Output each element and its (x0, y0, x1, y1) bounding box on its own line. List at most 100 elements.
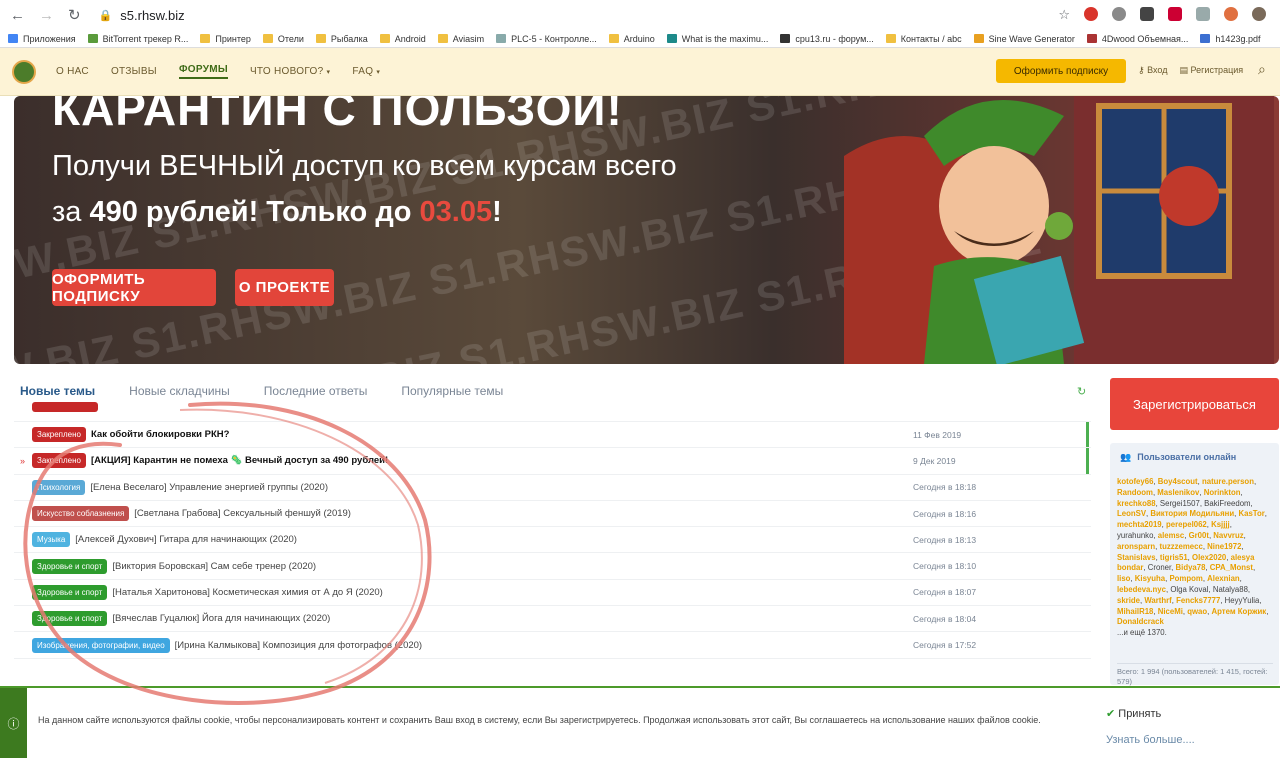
tab-new-threads[interactable]: Новые темы (20, 384, 95, 398)
thread-prefix-badge[interactable]: Изображения, фотографии, видео (32, 637, 170, 653)
online-user-link[interactable]: KasTor (1239, 509, 1265, 518)
avatar[interactable] (1252, 7, 1266, 21)
forward-icon[interactable]: → (39, 7, 54, 24)
extension-icon[interactable] (1224, 7, 1238, 21)
online-user-link[interactable]: alemsc (1158, 531, 1184, 540)
thread-title[interactable]: [АКЦИЯ] Карантин не помеха 🦠 Вечный дост… (91, 455, 388, 466)
table-row[interactable]: Здоровье и спорт [Вячеслав Гуцалюк] Йога … (14, 606, 1091, 633)
url-field[interactable]: s5.rhsw.biz (120, 8, 184, 23)
online-user-link[interactable]: Nine1972 (1207, 542, 1241, 551)
online-user-link[interactable]: Ksjjjj (1211, 520, 1230, 529)
online-user-link[interactable]: NiceMi (1158, 607, 1183, 616)
thread-title[interactable]: [Ирина Калмыкова] Композиция для фотогра… (175, 640, 422, 651)
bookmark-item[interactable]: h1423g.pdf (1200, 34, 1260, 44)
online-user-link[interactable]: Артем Коржик (1212, 607, 1267, 616)
online-user-link[interactable]: Randoom (1117, 488, 1153, 497)
globe-icon[interactable] (1112, 7, 1126, 21)
online-user-link[interactable]: Alexnian (1207, 574, 1240, 583)
online-user-link[interactable]: Fencks7777 (1176, 596, 1220, 605)
tab-new-group-buys[interactable]: Новые складчины (129, 384, 230, 398)
extension-icon[interactable] (1196, 7, 1210, 21)
tab-latest-replies[interactable]: Последние ответы (264, 384, 368, 398)
bookmark-item[interactable]: Aviasim (437, 34, 484, 44)
nav-reviews[interactable]: ОТЗЫВЫ (111, 66, 157, 77)
online-user-link[interactable]: LeonSV (1117, 509, 1146, 518)
bookmark-item[interactable]: Arduino (608, 34, 655, 44)
table-row[interactable]: Искусство соблазнения [Светлана Грабова] … (14, 501, 1091, 528)
online-user-link[interactable]: Navvruz (1213, 531, 1243, 540)
table-row[interactable] (14, 401, 1091, 422)
bookmark-item[interactable]: cpu13.ru - форум... (780, 34, 874, 44)
bookmark-item[interactable]: Приложения (8, 34, 76, 44)
online-user-link[interactable]: Bidya78 (1176, 563, 1206, 572)
online-user-link[interactable]: Gr00t (1189, 531, 1209, 540)
thread-prefix-badge[interactable]: Искусство соблазнения (32, 506, 130, 522)
online-user-link[interactable]: Виктория Модильяни (1150, 509, 1234, 518)
bookmark-item[interactable]: Sine Wave Generator (973, 34, 1075, 44)
search-icon[interactable]: ⌕ (1258, 61, 1266, 78)
table-row[interactable]: Здоровье и спорт [Наталья Харитонова] Кос… (14, 580, 1091, 607)
online-user-link[interactable]: skride (1117, 596, 1140, 605)
thread-prefix-badge[interactable] (32, 401, 98, 412)
nav-forums[interactable]: ФОРУМЫ (178, 64, 228, 79)
online-user-link[interactable]: kotofey66 (1117, 477, 1153, 486)
register-link[interactable]: ▤ Регистрация (1179, 65, 1243, 76)
lock-icon[interactable]: 🔒 (99, 9, 113, 22)
thread-prefix-badge[interactable]: Закреплено (32, 427, 86, 443)
thread-prefix-badge[interactable]: Психология (32, 479, 86, 495)
bookmark-item[interactable]: BitTorrent трекер R... (87, 34, 188, 44)
online-user-link[interactable]: Stanislavs (1117, 553, 1156, 562)
online-user-link[interactable]: yurahunko (1117, 531, 1153, 540)
thread-prefix-badge[interactable]: Музыка (32, 532, 71, 548)
bookmark-item[interactable]: Контакты / abc (885, 34, 962, 44)
thread-title[interactable]: [Светлана Грабова] Сексуальный феншуй (2… (134, 508, 351, 519)
sidebar-register-button[interactable]: Зарегистрироваться (1110, 378, 1279, 430)
online-user-link[interactable]: perepel062 (1166, 520, 1207, 529)
online-user-link[interactable]: Boy4scout (1158, 477, 1198, 486)
online-user-link[interactable]: tuzzzemecc (1159, 542, 1202, 551)
online-user-link[interactable]: tigris51 (1160, 553, 1188, 562)
online-user-link[interactable]: mechta2019 (1117, 520, 1162, 529)
cookie-learn-more-link[interactable]: Узнать больше.... (1106, 734, 1195, 746)
cookie-accept-button[interactable]: ✔ Принять (1106, 707, 1161, 720)
thread-title[interactable]: [Виктория Боровская] Сам себе тренер (20… (112, 561, 316, 572)
online-user-link[interactable]: Natalya88 (1213, 585, 1248, 594)
online-user-link[interactable]: krechko88 (1117, 499, 1156, 508)
site-logo[interactable] (12, 59, 36, 84)
online-user-link[interactable]: Donaldcrack (1117, 617, 1164, 626)
online-user-link[interactable]: BakiFreedom (1204, 499, 1250, 508)
bookmark-item[interactable]: PLC-5 - Контролле... (496, 34, 597, 44)
thread-prefix-badge[interactable]: Здоровье и спорт (32, 611, 108, 627)
adblock-icon[interactable] (1084, 7, 1098, 21)
online-user-link[interactable]: Pompom (1169, 574, 1202, 583)
online-user-link[interactable]: Maslenikov (1157, 488, 1199, 497)
thread-prefix-badge[interactable]: Закреплено (32, 453, 86, 469)
online-user-link[interactable]: CPA_Monst (1210, 563, 1253, 572)
thread-title[interactable]: [Наталья Харитонова] Косметическая химия… (112, 587, 382, 598)
extension-icon[interactable] (1168, 7, 1182, 21)
online-user-link[interactable]: HeyyYulia (1225, 596, 1260, 605)
bookmark-item[interactable]: Принтер (200, 34, 251, 44)
table-row[interactable]: Психология [Елена Веселаго] Управление эн… (14, 475, 1091, 501)
bookmark-item[interactable]: Отели (262, 34, 304, 44)
bookmark-item[interactable]: 4Dwood Объемная... (1086, 34, 1188, 44)
online-user-link[interactable]: liso (1117, 574, 1130, 583)
extension-icon[interactable] (1140, 7, 1154, 21)
thread-title[interactable]: [Алексей Духович] Гитара для начинающих … (75, 534, 297, 545)
table-row[interactable]: Закреплено Как обойти блокировки РКН? 11 Ф… (14, 422, 1091, 449)
thread-title[interactable]: [Елена Веселаго] Управление энергией гру… (90, 482, 328, 493)
online-user-link[interactable]: Olga Koval (1170, 585, 1208, 594)
subscribe-button[interactable]: Оформить подписку (996, 59, 1126, 83)
refresh-icon[interactable]: ↻ (1077, 385, 1086, 398)
nav-faq[interactable]: FAQ ▾ (352, 66, 380, 77)
online-user-link[interactable]: Norinkton (1204, 488, 1241, 497)
table-row[interactable]: » Закреплено [АКЦИЯ] Карантин не помеха 🦠 … (14, 448, 1091, 475)
bookmark-item[interactable]: Рыбалка (315, 34, 368, 44)
bookmark-item[interactable]: What is the maximu... (666, 34, 768, 44)
reload-icon[interactable]: ↻ (68, 6, 81, 24)
online-user-link[interactable]: aronsparn (1117, 542, 1155, 551)
back-icon[interactable]: ← (10, 7, 25, 24)
online-user-link[interactable]: lebedeva.nyc (1117, 585, 1166, 594)
promo-banner[interactable]: SW.BIZ S1.RHSW.BIZ S1.RHSW.BIZ S1.RHSW.B… (14, 96, 1279, 364)
banner-about-button[interactable]: О ПРОЕКТЕ (235, 269, 334, 306)
